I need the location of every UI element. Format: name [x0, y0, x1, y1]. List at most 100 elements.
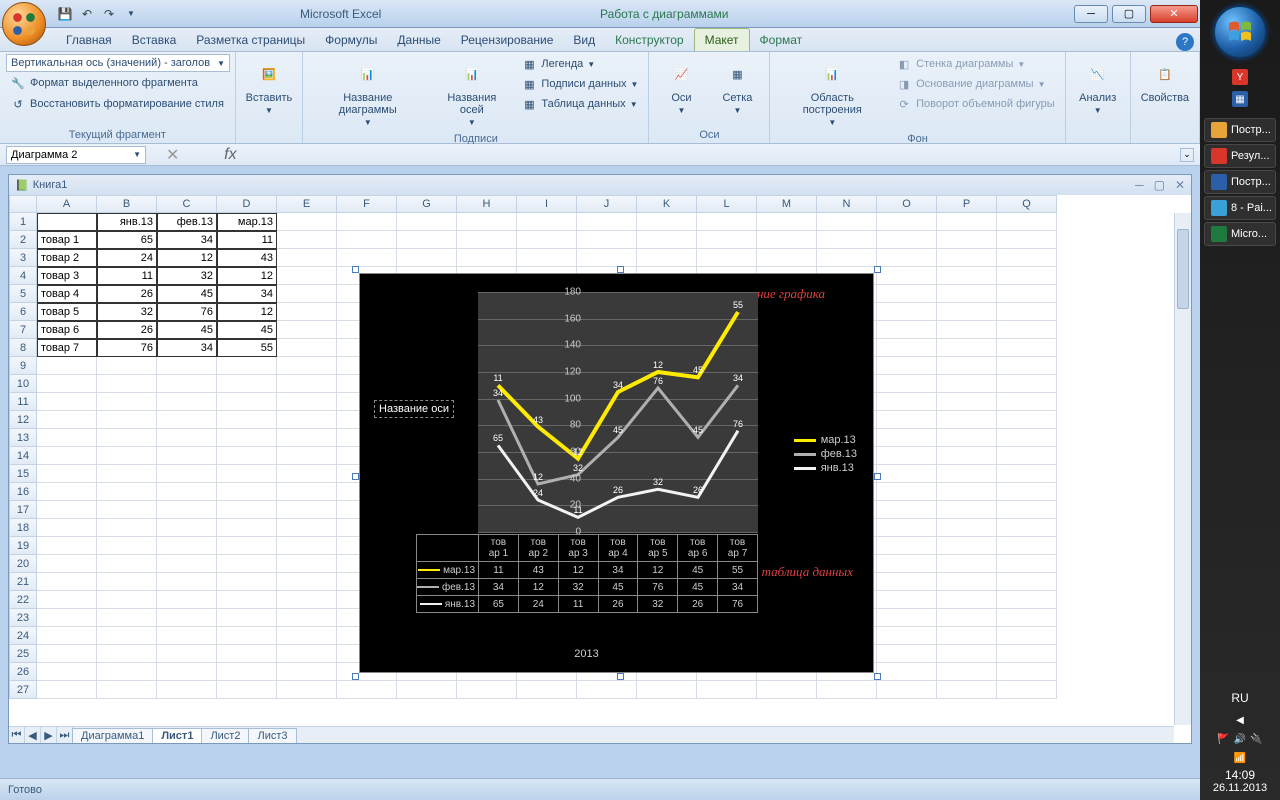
cell[interactable] [157, 663, 217, 681]
row-header[interactable]: 15 [9, 465, 37, 483]
cell[interactable] [37, 213, 97, 231]
cell[interactable] [997, 231, 1057, 249]
cell[interactable] [37, 663, 97, 681]
taskbar-pinned[interactable]: Y [1226, 66, 1254, 88]
undo-icon[interactable]: ↶ [78, 5, 96, 23]
column-header[interactable]: L [697, 195, 757, 213]
cell[interactable] [277, 285, 337, 303]
tray-expand-icon[interactable]: ◀ [1228, 711, 1252, 730]
cell[interactable] [877, 357, 937, 375]
cell[interactable] [997, 375, 1057, 393]
row-header[interactable]: 14 [9, 447, 37, 465]
cell[interactable]: 24 [97, 249, 157, 267]
cell[interactable]: 34 [157, 339, 217, 357]
legend-button[interactable]: ▦Легенда▼ [517, 54, 642, 74]
power-icon[interactable]: 🔌 [1250, 734, 1262, 745]
cell[interactable] [277, 357, 337, 375]
legend-item[interactable]: мар.13 [794, 434, 857, 446]
row-header[interactable]: 16 [9, 483, 37, 501]
cell[interactable] [817, 213, 877, 231]
name-box[interactable]: Диаграмма 2▼ [6, 146, 146, 164]
cell[interactable] [997, 519, 1057, 537]
tab-design[interactable]: Конструктор [605, 29, 693, 51]
cell[interactable] [277, 555, 337, 573]
network-icon[interactable]: 📶 [1234, 753, 1246, 764]
row-header[interactable]: 22 [9, 591, 37, 609]
taskbar-item[interactable]: Резул... [1204, 144, 1276, 168]
cell[interactable] [457, 681, 517, 699]
cell[interactable] [877, 501, 937, 519]
cell[interactable] [97, 393, 157, 411]
cell[interactable] [937, 303, 997, 321]
cell[interactable] [37, 573, 97, 591]
cell[interactable] [97, 465, 157, 483]
row-header[interactable]: 25 [9, 645, 37, 663]
cell[interactable] [277, 537, 337, 555]
cell[interactable] [877, 231, 937, 249]
cell[interactable] [937, 285, 997, 303]
cell[interactable] [877, 411, 937, 429]
cell[interactable] [277, 663, 337, 681]
cell[interactable]: 11 [97, 267, 157, 285]
plot-area[interactable]: 6524112632267634123245764534114312341245… [478, 292, 758, 532]
cell[interactable] [997, 501, 1057, 519]
cell[interactable] [937, 375, 997, 393]
data-table-button[interactable]: ▦Таблица данных▼ [517, 94, 642, 114]
cell[interactable] [457, 249, 517, 267]
row-header[interactable]: 9 [9, 357, 37, 375]
cell[interactable]: 65 [97, 231, 157, 249]
cell[interactable] [997, 591, 1057, 609]
cell[interactable] [757, 681, 817, 699]
column-header[interactable]: A [37, 195, 97, 213]
cell[interactable] [877, 537, 937, 555]
cell[interactable] [157, 501, 217, 519]
cell[interactable] [937, 393, 997, 411]
cell[interactable] [817, 681, 877, 699]
row-header[interactable]: 6 [9, 303, 37, 321]
cell[interactable] [817, 249, 877, 267]
cell[interactable] [37, 447, 97, 465]
cell[interactable] [277, 483, 337, 501]
cell[interactable] [937, 429, 997, 447]
cell[interactable] [217, 447, 277, 465]
cell[interactable]: фев.13 [157, 213, 217, 231]
cell[interactable] [997, 609, 1057, 627]
cell[interactable] [37, 627, 97, 645]
cell[interactable] [217, 429, 277, 447]
cell[interactable] [277, 627, 337, 645]
cell[interactable]: 11 [217, 231, 277, 249]
tab-home[interactable]: Главная [56, 29, 122, 51]
cell[interactable] [277, 213, 337, 231]
cell[interactable] [277, 465, 337, 483]
cell[interactable] [97, 501, 157, 519]
cell[interactable] [157, 447, 217, 465]
cell[interactable] [397, 249, 457, 267]
cell[interactable] [277, 267, 337, 285]
cell[interactable] [937, 213, 997, 231]
cell[interactable]: 45 [157, 321, 217, 339]
cell[interactable] [37, 555, 97, 573]
cell[interactable]: 76 [97, 339, 157, 357]
cell[interactable] [937, 249, 997, 267]
cell[interactable] [217, 357, 277, 375]
column-header[interactable]: P [937, 195, 997, 213]
cell[interactable] [997, 645, 1057, 663]
cell[interactable] [457, 213, 517, 231]
cell[interactable] [277, 609, 337, 627]
cell[interactable] [37, 519, 97, 537]
cell[interactable] [937, 663, 997, 681]
column-header[interactable]: O [877, 195, 937, 213]
cell[interactable] [337, 681, 397, 699]
cell[interactable] [37, 465, 97, 483]
horizontal-scrollbar[interactable] [269, 726, 1174, 743]
cell[interactable] [997, 357, 1057, 375]
taskbar-item[interactable]: Micro... [1204, 222, 1276, 246]
cell[interactable] [937, 465, 997, 483]
cell[interactable] [37, 393, 97, 411]
cell[interactable] [217, 681, 277, 699]
tab-insert[interactable]: Вставка [122, 29, 187, 51]
chart-element-selector[interactable]: Вертикальная ось (значений) - заголов▼ [6, 54, 230, 72]
cell[interactable] [217, 645, 277, 663]
chart-wall-button[interactable]: ◧Стенка диаграммы▼ [892, 54, 1059, 74]
cell[interactable] [217, 483, 277, 501]
